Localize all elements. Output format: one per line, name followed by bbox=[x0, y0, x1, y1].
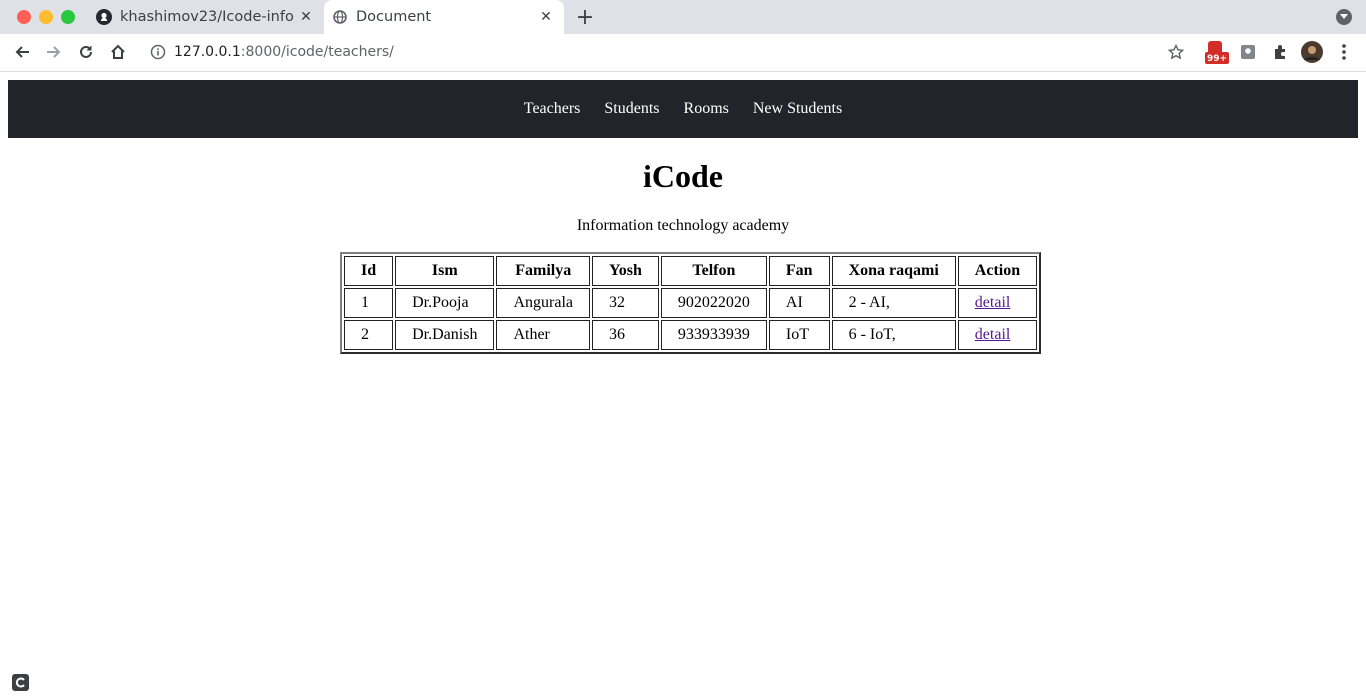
cell-telfon: 902022020 bbox=[660, 288, 767, 318]
cell-xona-raqami: 2 - AI, bbox=[831, 288, 956, 318]
cell-ism: Dr.Pooja bbox=[395, 288, 495, 318]
teachers-table: Id Ism Familya Yosh Telfon Fan Xona raqa… bbox=[340, 252, 1042, 354]
header-ism: Ism bbox=[395, 256, 495, 286]
header-yosh: Yosh bbox=[591, 256, 659, 286]
profile-avatar[interactable] bbox=[1301, 41, 1323, 63]
window-close-button[interactable] bbox=[17, 10, 31, 24]
extension-icon[interactable] bbox=[1237, 41, 1259, 63]
page-content: Teachers Students Rooms New Students iCo… bbox=[0, 72, 1366, 697]
table-row: 1 Dr.Pooja Angurala 32 902022020 AI 2 - … bbox=[344, 288, 1038, 318]
address-bar[interactable]: 127.0.0.1:8000/icode/teachers/ bbox=[140, 37, 1200, 67]
url-host: 127.0.0.1 bbox=[174, 44, 241, 60]
url-path: :8000/icode/teachers/ bbox=[240, 44, 394, 60]
detail-link[interactable]: detail bbox=[975, 326, 1011, 343]
header-id: Id bbox=[344, 256, 394, 286]
cell-familya: Angurala bbox=[496, 288, 590, 318]
browser-toolbar: 127.0.0.1:8000/icode/teachers/ 99+ bbox=[0, 34, 1366, 72]
new-tab-button[interactable]: + bbox=[574, 5, 596, 30]
extension-badge: 99+ bbox=[1207, 54, 1228, 64]
window-minimize-button[interactable] bbox=[39, 10, 53, 24]
extension-lastpass-icon[interactable]: 99+ bbox=[1204, 41, 1230, 64]
status-c-icon[interactable] bbox=[12, 674, 29, 691]
cell-fan: IoT bbox=[768, 320, 830, 350]
globe-icon bbox=[332, 9, 348, 25]
tab-close-icon[interactable]: ✕ bbox=[536, 7, 556, 27]
tab-document[interactable]: Document ✕ bbox=[324, 0, 564, 34]
header-action: Action bbox=[957, 256, 1038, 286]
table-row: 2 Dr.Danish Ather 36 933933939 IoT 6 - I… bbox=[344, 320, 1038, 350]
cell-yosh: 36 bbox=[591, 320, 659, 350]
tab-strip: khashimov23/Icode-info ✕ Document ✕ + bbox=[0, 0, 1366, 34]
forward-icon[interactable] bbox=[42, 40, 66, 64]
header-xona-raqami: Xona raqami bbox=[831, 256, 956, 286]
cell-action: detail bbox=[957, 320, 1038, 350]
detail-link[interactable]: detail bbox=[975, 294, 1011, 311]
main-navbar: Teachers Students Rooms New Students bbox=[8, 80, 1358, 138]
header-fan: Fan bbox=[768, 256, 830, 286]
cell-id: 1 bbox=[344, 288, 394, 318]
tab-title: Document bbox=[356, 9, 432, 25]
cell-yosh: 32 bbox=[591, 288, 659, 318]
cell-xona-raqami: 6 - IoT, bbox=[831, 320, 956, 350]
window-maximize-button[interactable] bbox=[61, 10, 75, 24]
tab-close-icon[interactable]: ✕ bbox=[296, 7, 316, 27]
github-icon bbox=[96, 9, 112, 25]
nav-rooms[interactable]: Rooms bbox=[684, 100, 729, 118]
page-title: iCode bbox=[643, 158, 723, 194]
home-icon[interactable] bbox=[106, 40, 130, 64]
cell-id: 2 bbox=[344, 320, 394, 350]
site-info-icon[interactable] bbox=[150, 44, 166, 60]
header-telfon: Telfon bbox=[660, 256, 767, 286]
table-header-row: Id Ism Familya Yosh Telfon Fan Xona raqa… bbox=[344, 256, 1038, 286]
tab-title: khashimov23/Icode-info bbox=[120, 9, 294, 25]
cell-familya: Ather bbox=[496, 320, 590, 350]
extensions-puzzle-icon[interactable] bbox=[1269, 41, 1291, 63]
back-icon[interactable] bbox=[10, 40, 34, 64]
tab-search-icon[interactable] bbox=[1336, 9, 1352, 25]
header-familya: Familya bbox=[496, 256, 590, 286]
nav-students[interactable]: Students bbox=[604, 100, 659, 118]
cell-fan: AI bbox=[768, 288, 830, 318]
nav-new-students[interactable]: New Students bbox=[753, 100, 842, 118]
tab-github[interactable]: khashimov23/Icode-info ✕ bbox=[88, 0, 324, 34]
browser-menu-icon[interactable] bbox=[1333, 41, 1355, 63]
cell-ism: Dr.Danish bbox=[395, 320, 495, 350]
page-subtitle: Information technology academy bbox=[576, 217, 790, 234]
bookmark-star-icon[interactable] bbox=[1165, 41, 1187, 63]
nav-teachers[interactable]: Teachers bbox=[524, 100, 581, 118]
cell-telfon: 933933939 bbox=[660, 320, 767, 350]
url-text: 127.0.0.1:8000/icode/teachers/ bbox=[174, 44, 394, 60]
cell-action: detail bbox=[957, 288, 1038, 318]
reload-icon[interactable] bbox=[74, 40, 98, 64]
